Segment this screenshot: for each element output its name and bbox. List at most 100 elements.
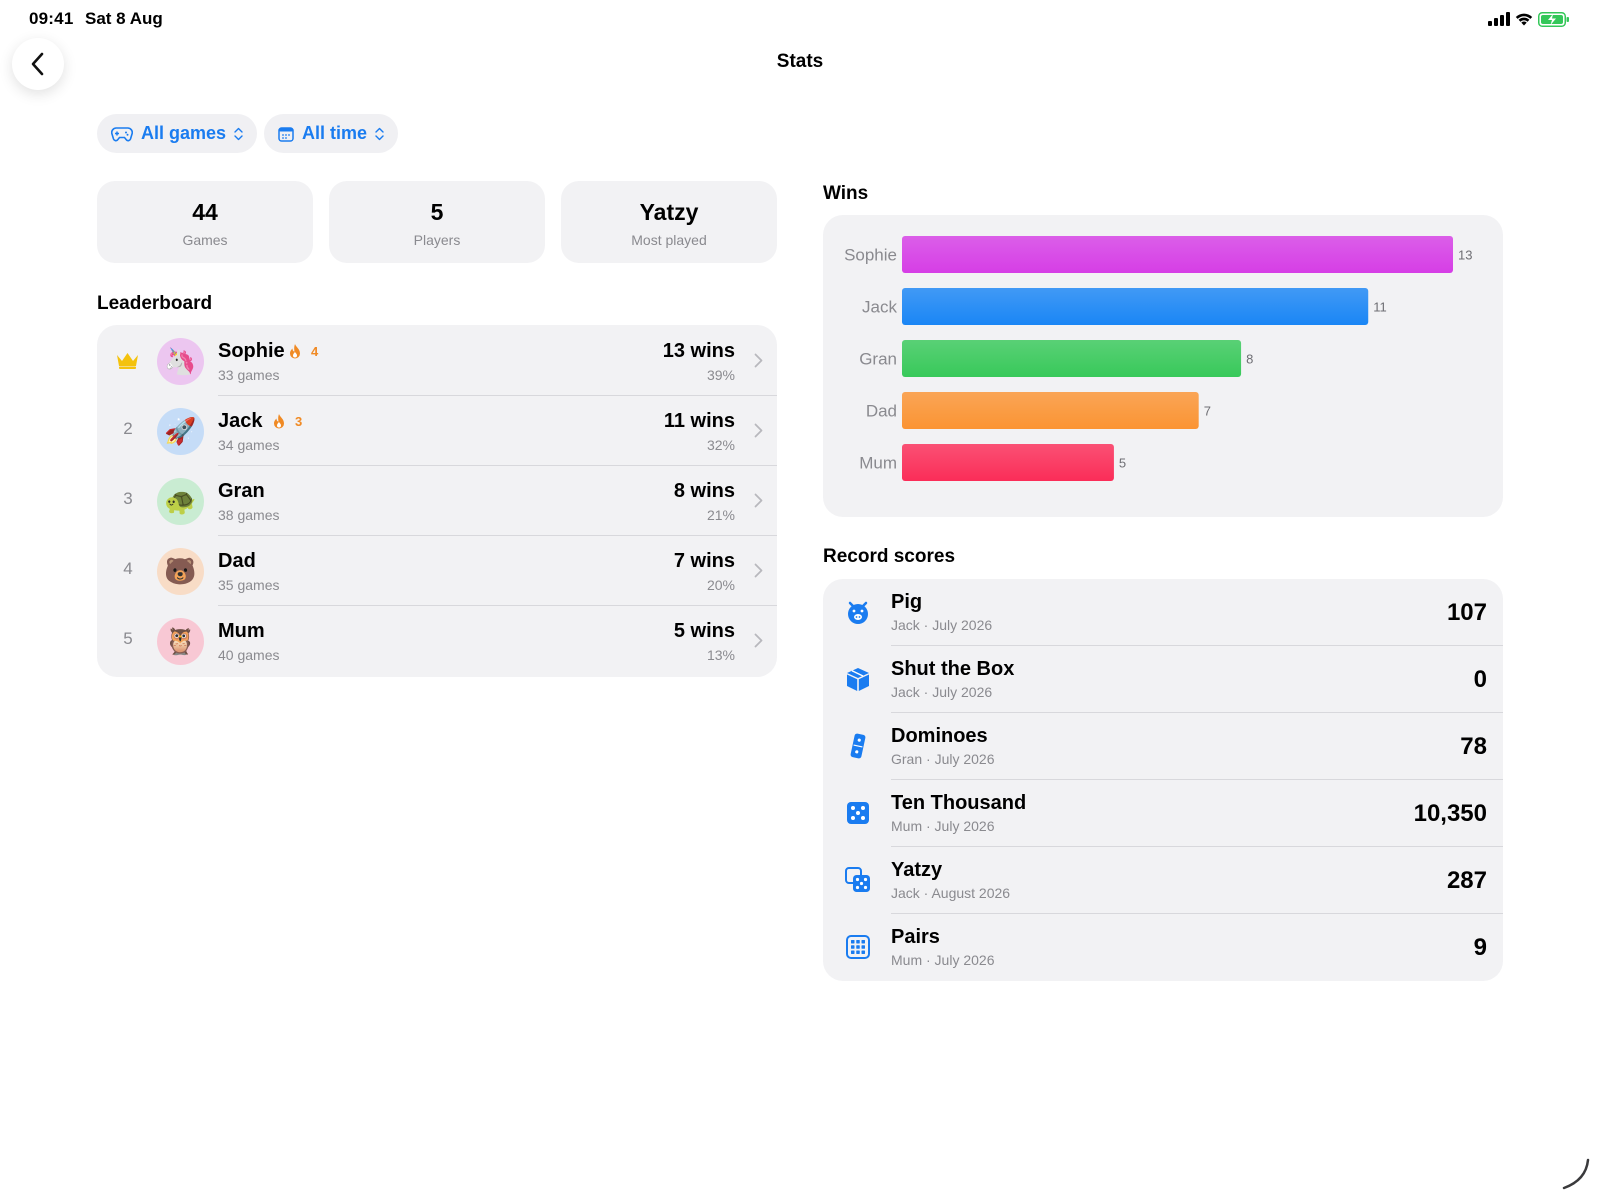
status-date: Sat 8 Aug	[85, 9, 163, 28]
bar-jack	[902, 288, 1369, 325]
page-title: Stats	[776, 51, 824, 72]
record-score: 107	[1446, 599, 1487, 626]
bar-value-label: 8	[1246, 352, 1253, 367]
streak-badge: 4	[289, 343, 318, 359]
chevron-right-icon	[754, 493, 763, 508]
grid-icon	[846, 935, 870, 959]
avatar: 🦄	[157, 338, 204, 385]
avatar: 🐢	[157, 478, 204, 525]
record-holder: Gran · July 2026	[891, 751, 995, 767]
all-time-filter-label: All time	[302, 123, 368, 143]
bar-value-label: 7	[1204, 404, 1211, 419]
crown-icon	[117, 353, 138, 369]
battery-charging-icon	[1538, 11, 1569, 27]
gamecontroller-icon	[111, 126, 133, 141]
player-name: Dad	[218, 550, 256, 572]
games-count: 38 games	[218, 507, 280, 523]
domino-icon	[850, 733, 866, 759]
streak-count: 3	[295, 413, 303, 429]
record-game-name: Pairs	[891, 926, 940, 948]
dice-icon	[845, 867, 870, 892]
wins-count: 5 wins	[673, 620, 735, 642]
chevron-up-down-icon	[234, 127, 243, 140]
rank-number: 2	[123, 419, 133, 438]
win-percentage: 20%	[706, 577, 735, 593]
record-row-yatzy: Yatzy Jack · August 2026 287	[823, 847, 1503, 914]
record-score: 0	[1473, 666, 1487, 693]
record-row-pairs: Pairs Mum · July 2026 9	[823, 914, 1503, 981]
win-percentage: 39%	[706, 367, 735, 383]
rank-number: 5	[123, 629, 133, 648]
streak-count: 4	[311, 343, 319, 359]
leaderboard-row-mum[interactable]: 5 🦉 Mum 40 games 5 wins 13%	[97, 606, 777, 676]
avatar: 🦉	[157, 618, 204, 665]
streak-badge: 3	[273, 413, 302, 429]
all-games-filter-button[interactable]: All games	[97, 114, 258, 153]
record-row-shut-the-box: Shut the Box Jack · July 2026 0	[823, 646, 1503, 713]
summary-label: Games	[182, 232, 228, 248]
wins-count: 8 wins	[673, 480, 735, 502]
summary-label: Players	[413, 232, 461, 248]
wins-chart-title: Wins	[823, 183, 869, 204]
wins-chart-card: Sophie 13 Jack 11 Gran 8 Dad 7 Mum 5	[823, 215, 1503, 517]
win-percentage: 13%	[706, 647, 735, 663]
avatar: 🚀	[157, 408, 204, 455]
summary-card-games: 44 Games	[97, 181, 313, 263]
bar-value-label: 11	[1373, 300, 1387, 315]
flame-icon	[274, 414, 284, 429]
player-name: Sophie	[218, 340, 285, 362]
avatar: 🐻	[157, 548, 204, 595]
win-percentage: 32%	[706, 437, 735, 453]
bar-category-label: Dad	[866, 402, 897, 421]
chevron-up-down-icon	[375, 127, 384, 140]
bar-category-label: Mum	[859, 454, 897, 473]
record-game-name: Ten Thousand	[891, 792, 1027, 814]
bar-gran	[902, 340, 1242, 377]
wins-bar-chart: Sophie 13 Jack 11 Gran 8 Dad 7 Mum 5	[844, 236, 1472, 481]
win-percentage: 21%	[706, 507, 735, 523]
record-scores-card: Pig Jack · July 2026 107 Shut the Box Ja…	[823, 579, 1503, 981]
leaderboard-row-jack[interactable]: 2 🚀 Jack 3 34 games 11 wins 32%	[97, 396, 777, 466]
record-game-name: Shut the Box	[891, 658, 1015, 680]
summary-value: 44	[192, 199, 218, 225]
record-row-dominoes: Dominoes Gran · July 2026 78	[823, 713, 1503, 780]
bar-mum	[902, 444, 1114, 481]
box-icon	[847, 668, 869, 691]
games-count: 33 games	[218, 367, 280, 383]
summary-label: Most played	[631, 232, 707, 248]
games-count: 34 games	[218, 437, 280, 453]
leaderboard-row-dad[interactable]: 4 🐻 Dad 35 games 7 wins 20%	[97, 536, 777, 606]
rank-number: 3	[123, 489, 133, 508]
chevron-right-icon	[754, 633, 763, 648]
leaderboard-row-gran[interactable]: 3 🐢 Gran 38 games 8 wins 21%	[97, 466, 777, 536]
leaderboard-row-sophie[interactable]: 🦄 Sophie 4 33 games 13 wins 39%	[97, 326, 777, 396]
status-bar: 09:41 Sat 8 Aug	[0, 0, 1600, 36]
bar-value-label: 13	[1458, 248, 1472, 263]
rank-number: 4	[123, 559, 133, 578]
player-name: Jack	[218, 410, 263, 432]
record-holder: Jack · July 2026	[891, 617, 993, 633]
record-score: 78	[1460, 733, 1487, 760]
die-five-icon	[847, 802, 869, 824]
games-count: 40 games	[218, 647, 280, 663]
record-holder: Jack · July 2026	[891, 684, 993, 700]
bar-category-label: Gran	[859, 350, 897, 369]
pig-icon	[848, 601, 868, 624]
record-holder: Jack · August 2026	[891, 885, 1011, 901]
all-time-filter-button[interactable]: All time	[264, 114, 399, 153]
summary-card-players: 5 Players	[329, 181, 545, 263]
record-row-pig: Pig Jack · July 2026 107	[823, 579, 1503, 646]
status-icons	[1488, 9, 1570, 29]
record-scores-title: Record scores	[823, 546, 956, 567]
chevron-right-icon	[754, 563, 763, 578]
record-score: 10,350	[1413, 800, 1487, 827]
leaderboard-card: 🦄 Sophie 4 33 games 13 wins 39% 2 🚀 Jack…	[97, 325, 777, 677]
chevron-right-icon	[754, 423, 763, 438]
leaderboard-title: Leaderboard	[97, 293, 213, 314]
player-name: Mum	[218, 620, 265, 642]
record-row-ten-thousand: Ten Thousand Mum · July 2026 10,350	[823, 780, 1503, 847]
summary-card-most-played: Yatzy Most played	[561, 181, 777, 263]
player-name: Gran	[218, 480, 265, 502]
record-score: 9	[1473, 934, 1487, 961]
record-score: 287	[1446, 867, 1487, 894]
